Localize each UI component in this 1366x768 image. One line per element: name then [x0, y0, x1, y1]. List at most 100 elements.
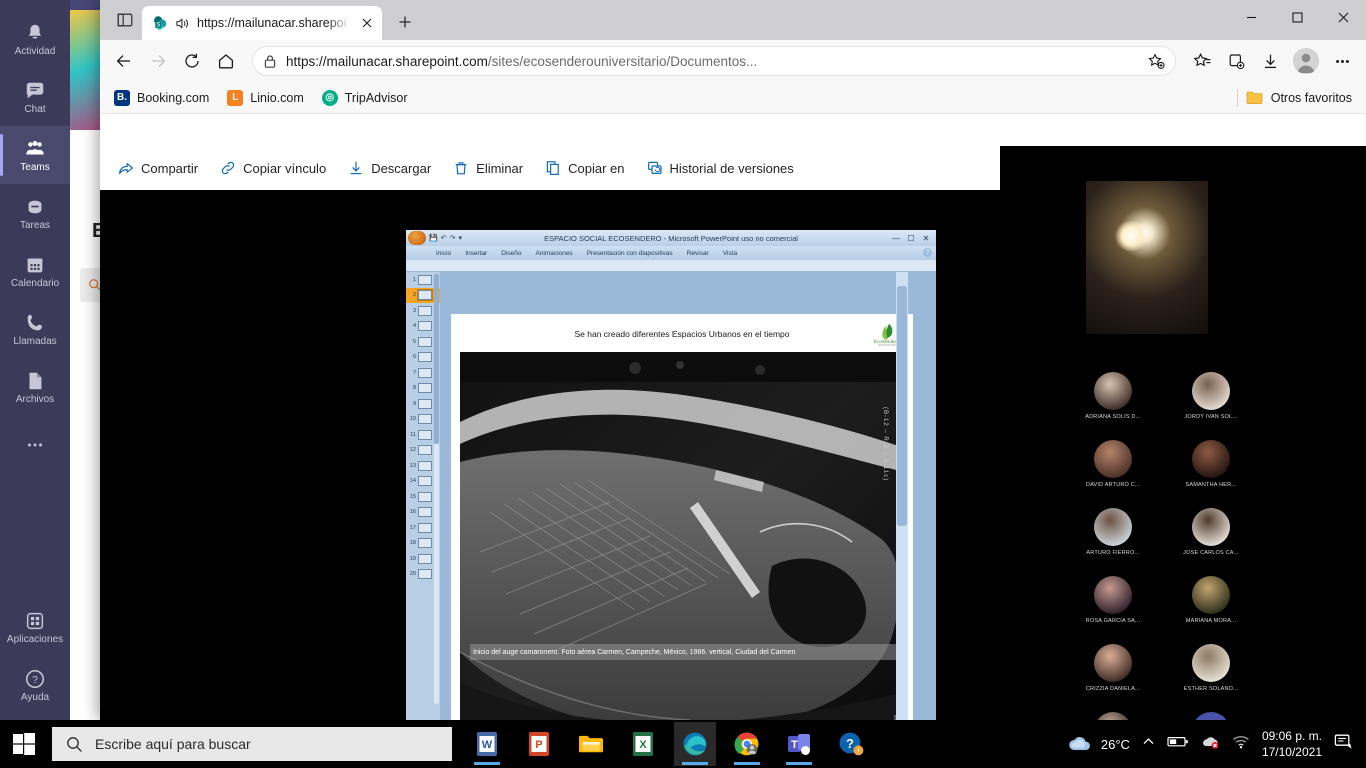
sidebar-item-teams[interactable]: Teams: [0, 126, 70, 184]
participant-tile[interactable]: JOSE CARLOS CA...: [1183, 508, 1239, 556]
sidebar-item-more[interactable]: [0, 416, 70, 474]
collections-button[interactable]: [1220, 45, 1252, 77]
aerial-photo-image[interactable]: Inicio del auge camaronero. Foto aérea C…: [460, 352, 904, 734]
self-video-tile[interactable]: [1086, 181, 1208, 334]
home-button[interactable]: [210, 45, 242, 77]
browser-tab[interactable]: S https://mailunacar.sharepoi: [142, 6, 382, 40]
ribbon-tab-animaciones[interactable]: Animaciones: [535, 250, 572, 257]
thumbnail-scroll-thumb[interactable]: [434, 274, 439, 444]
ribbon-tab-presentacion[interactable]: Presentación con diapositivas: [587, 250, 673, 257]
participant-name: ADRIANA SOLIS D...: [1085, 414, 1141, 420]
participant-tile[interactable]: DAVID ARTURO C...: [1086, 440, 1140, 488]
tab-actions-button[interactable]: [108, 3, 142, 37]
teams-taskbar-icon[interactable]: T: [778, 722, 820, 766]
ribbon-tab-diseno[interactable]: Diseño: [501, 250, 521, 257]
participant-tile[interactable]: ADRIANA SOLIS D...: [1085, 372, 1141, 420]
current-slide[interactable]: Se han creado diferentes Espacios Urbano…: [451, 314, 913, 734]
delete-command[interactable]: Eliminar: [453, 160, 523, 176]
participant-tile[interactable]: CRIZZIA DANIELA...: [1086, 644, 1140, 692]
share-command[interactable]: Compartir: [118, 160, 198, 176]
new-tab-button[interactable]: [390, 7, 420, 37]
bell-icon: [29, 24, 41, 38]
taskbar-clock[interactable]: 09:06 p. m. 17/10/2021: [1262, 728, 1322, 760]
favorite-tripadvisor[interactable]: ◎ TripAdvisor: [321, 89, 408, 106]
back-button[interactable]: [108, 45, 140, 77]
participant-tile[interactable]: JORDY IVAN SOL...: [1184, 372, 1238, 420]
settings-more-button[interactable]: [1326, 45, 1358, 77]
close-icon[interactable]: [358, 14, 376, 32]
avatar: [1192, 644, 1230, 682]
avatar: [1094, 440, 1132, 478]
sidebar-item-label: Tareas: [19, 219, 50, 231]
downloads-button[interactable]: [1254, 45, 1286, 77]
sidebar-item-calendario[interactable]: Calendario: [0, 242, 70, 300]
address-bar[interactable]: https://mailunacar.sharepoint.com/sites/…: [252, 46, 1176, 76]
tasks-icon: [28, 200, 42, 213]
sidebar-item-actividad[interactable]: Actividad: [0, 10, 70, 68]
ribbon-tab-insertar[interactable]: Insertar: [465, 250, 487, 257]
scroll-thumb[interactable]: [897, 286, 907, 526]
sidebar-item-llamadas[interactable]: Llamadas: [0, 300, 70, 358]
show-hidden-icons-chevron[interactable]: [1142, 735, 1155, 753]
participant-tile[interactable]: ARTURO FIERRO...: [1086, 508, 1140, 556]
taskbar-search-box[interactable]: Escribe aquí para buscar: [52, 727, 452, 761]
command-label: Copiar vínculo: [243, 160, 327, 176]
slide-thumbnail-number: 17: [409, 524, 416, 531]
participant-name: CRIZZIA DANIELA...: [1085, 686, 1141, 692]
file-explorer-taskbar-icon[interactable]: [570, 722, 612, 766]
wifi-icon[interactable]: [1232, 735, 1250, 754]
maximize-button[interactable]: ☐: [904, 233, 918, 244]
copy-link-command[interactable]: Copiar vínculo: [220, 160, 326, 176]
sidebar-item-aplicaciones[interactable]: Aplicaciones: [0, 598, 70, 656]
battery-icon[interactable]: [1167, 735, 1189, 753]
chrome-taskbar-icon[interactable]: [726, 722, 768, 766]
forward-arrow-icon: [152, 55, 166, 67]
participant-tile[interactable]: ESTHER SOLANO...: [1184, 644, 1238, 692]
favorite-linio[interactable]: L Linio.com: [227, 89, 304, 106]
favorites-button[interactable]: [1186, 45, 1218, 77]
volume-muted-icon[interactable]: [1201, 734, 1220, 754]
minimize-button[interactable]: [1228, 0, 1274, 34]
start-button[interactable]: [0, 720, 48, 768]
participant-tile[interactable]: ROSA GARCIA SA...: [1086, 576, 1140, 624]
weather-widget[interactable]: 26°C: [1067, 734, 1130, 754]
version-history-command[interactable]: Historial de versiones: [647, 160, 794, 176]
close-window-button[interactable]: ✕: [919, 233, 933, 244]
minimize-button[interactable]: —: [889, 233, 903, 244]
browser-nav-right: [1186, 45, 1358, 77]
add-favorite-star-icon[interactable]: [1148, 52, 1165, 70]
word-taskbar-icon[interactable]: W: [466, 722, 508, 766]
edge-taskbar-icon[interactable]: [674, 722, 716, 766]
sidebar-item-tareas[interactable]: Tareas: [0, 184, 70, 242]
help-taskbar-icon[interactable]: ?!: [830, 722, 872, 766]
powerpoint-taskbar-icon[interactable]: P: [518, 722, 560, 766]
ribbon-help-icon[interactable]: ?: [923, 248, 932, 257]
powerpoint-window-image: 💾 ↶ ↷ ▾ ESPACIO SOCIAL ECOSENDERO - Micr…: [406, 230, 936, 760]
download-command[interactable]: Descargar: [348, 160, 431, 176]
speaker-playing-icon[interactable]: [175, 16, 190, 31]
sidebar-item-chat[interactable]: Chat: [0, 68, 70, 126]
maximize-button[interactable]: [1274, 0, 1320, 34]
ribbon-tab-inicio[interactable]: Inicio: [436, 250, 451, 257]
participant-tile[interactable]: SAMANTHA HER...: [1184, 440, 1238, 488]
slide-thumbnail-preview: [418, 383, 432, 394]
sidebar-item-ayuda[interactable]: ? Ayuda: [0, 656, 70, 714]
screen: E Actividad Chat Teams Tareas Calendario…: [0, 0, 1366, 768]
sidebar-item-archivos[interactable]: Archivos: [0, 358, 70, 416]
download-icon: [350, 161, 362, 175]
ribbon-tab-revisar[interactable]: Revisar: [687, 250, 709, 257]
thumbnail-scrollbar[interactable]: [434, 274, 439, 704]
downloads-icon: [1264, 54, 1276, 68]
ribbon-tab-vista[interactable]: Vista: [723, 250, 737, 257]
refresh-button[interactable]: [176, 45, 208, 77]
slide-vertical-scrollbar[interactable]: [896, 272, 908, 742]
action-center-icon[interactable]: [1334, 733, 1354, 756]
copy-to-command[interactable]: Copiar en: [545, 160, 625, 176]
excel-taskbar-icon[interactable]: X: [622, 722, 664, 766]
slide-thumbnail-panel[interactable]: 1 2 3 4 5 6 7 8 9 10 11 12 13 14 15 16 17 18 19 20: [406, 272, 440, 742]
profile-avatar-icon[interactable]: [1293, 48, 1319, 74]
other-favorites[interactable]: Otros favoritos: [1236, 88, 1352, 107]
participant-tile[interactable]: MARIANA MORA...: [1184, 576, 1238, 624]
close-window-button[interactable]: [1320, 0, 1366, 34]
favorite-booking[interactable]: B. Booking.com: [114, 89, 209, 106]
